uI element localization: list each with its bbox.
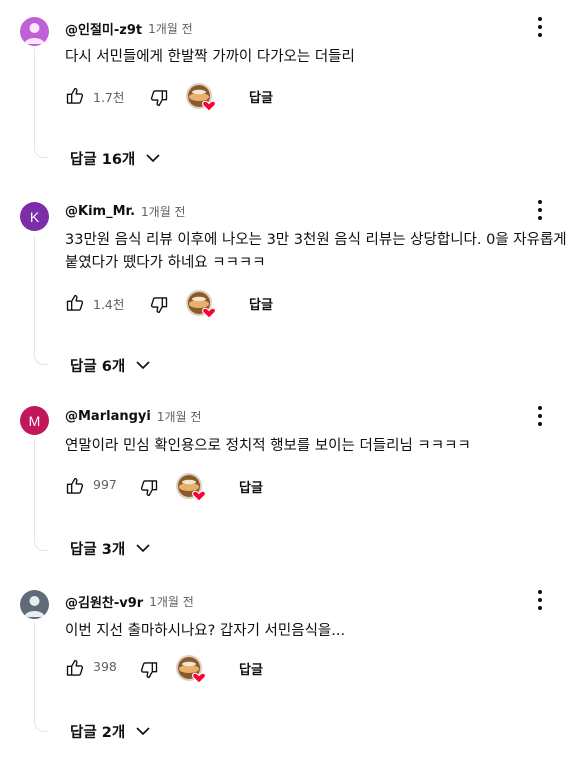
like-count: 997	[93, 477, 117, 492]
thumbs-down-icon[interactable]	[149, 295, 169, 315]
author-name[interactable]: @Marlangyi	[65, 409, 151, 424]
comment-header: @김원찬-v9r 1개월 전	[65, 591, 194, 611]
default-avatar-icon	[24, 596, 45, 617]
action-bar: 398 답글	[65, 654, 485, 684]
action-bar: 1.4천 답글	[65, 289, 485, 319]
view-replies-button[interactable]: 답글 3개	[70, 536, 152, 560]
like-count: 1.7천	[93, 90, 125, 105]
comment-text: 다시 서민들에게 한발짝 가까이 다가오는 더들리	[65, 49, 355, 65]
chevron-down-icon	[136, 361, 150, 370]
reply-button[interactable]: 답글	[239, 659, 263, 678]
default-avatar-icon	[24, 23, 45, 44]
more-actions-button[interactable]	[532, 198, 548, 222]
thumbs-up-icon[interactable]	[65, 476, 85, 496]
thumbs-up-icon[interactable]	[65, 293, 85, 313]
like-count: 398	[93, 659, 117, 674]
comment-header: @인절미-z9t 1개월 전	[65, 18, 193, 38]
thread-line	[34, 622, 49, 732]
author-name[interactable]: @인절미-z9t	[65, 19, 142, 38]
comment-text: 연말이라 민심 확인용으로 정치적 행보를 보이는 더들리님 ㅋㅋㅋㅋ	[65, 438, 471, 454]
reply-button[interactable]: 답글	[239, 477, 263, 496]
view-replies-button[interactable]: 답글 16개	[70, 146, 162, 170]
creator-heart-icon	[176, 473, 206, 502]
comment-time[interactable]: 1개월 전	[149, 593, 194, 610]
avatar[interactable]	[20, 590, 49, 619]
like-count: 1.4천	[93, 297, 125, 312]
thumbs-up-icon[interactable]	[65, 86, 85, 106]
chevron-down-icon	[146, 154, 160, 163]
avatar-letter: M	[28, 412, 41, 429]
thumbs-down-icon[interactable]	[139, 660, 159, 680]
thumbs-down-icon[interactable]	[139, 478, 159, 498]
author-name[interactable]: @Kim_Mr.	[65, 204, 135, 219]
avatar-letter: K	[29, 208, 40, 225]
comment-time[interactable]: 1개월 전	[157, 408, 202, 425]
thread-line	[34, 49, 49, 158]
view-replies-button[interactable]: 답글 2개	[70, 719, 152, 743]
comment-text: 이번 지선 출마하시나요? 갑자기 서민음식을...	[65, 623, 346, 639]
avatar[interactable]: M	[20, 406, 49, 435]
view-replies-button[interactable]: 답글 6개	[70, 353, 152, 377]
author-name[interactable]: @김원찬-v9r	[65, 592, 143, 611]
more-actions-button[interactable]	[532, 588, 548, 612]
reply-button[interactable]: 답글	[249, 294, 273, 313]
thread-line	[34, 439, 49, 551]
avatar[interactable]: K	[20, 202, 49, 231]
thumbs-down-icon[interactable]	[149, 88, 169, 108]
comment-header: @Marlangyi 1개월 전	[65, 406, 201, 426]
comment-time[interactable]: 1개월 전	[148, 20, 193, 37]
replies-count-label: 답글 6개	[70, 358, 126, 375]
thumbs-up-icon[interactable]	[65, 658, 85, 678]
avatar[interactable]	[20, 17, 49, 46]
comment-time[interactable]: 1개월 전	[141, 203, 186, 220]
chevron-down-icon	[136, 544, 150, 553]
replies-count-label: 답글 2개	[70, 724, 126, 741]
reply-button[interactable]: 답글	[249, 87, 273, 106]
comment-text: 33만원 음식 리뷰 이후에 나오는 3만 3천원 음식 리뷰는 상당합니다. …	[65, 232, 567, 271]
replies-count-label: 답글 16개	[70, 151, 136, 168]
action-bar: 997 답글	[65, 472, 485, 502]
thread-line	[34, 236, 49, 365]
chevron-down-icon	[136, 727, 150, 736]
more-actions-button[interactable]	[532, 15, 548, 39]
creator-heart-icon	[186, 290, 216, 319]
replies-count-label: 답글 3개	[70, 541, 126, 558]
creator-heart-icon	[186, 83, 216, 112]
more-actions-button[interactable]	[532, 404, 548, 428]
comment-header: @Kim_Mr. 1개월 전	[65, 201, 186, 221]
creator-heart-icon	[176, 655, 206, 684]
action-bar: 1.7천 답글	[65, 82, 485, 112]
